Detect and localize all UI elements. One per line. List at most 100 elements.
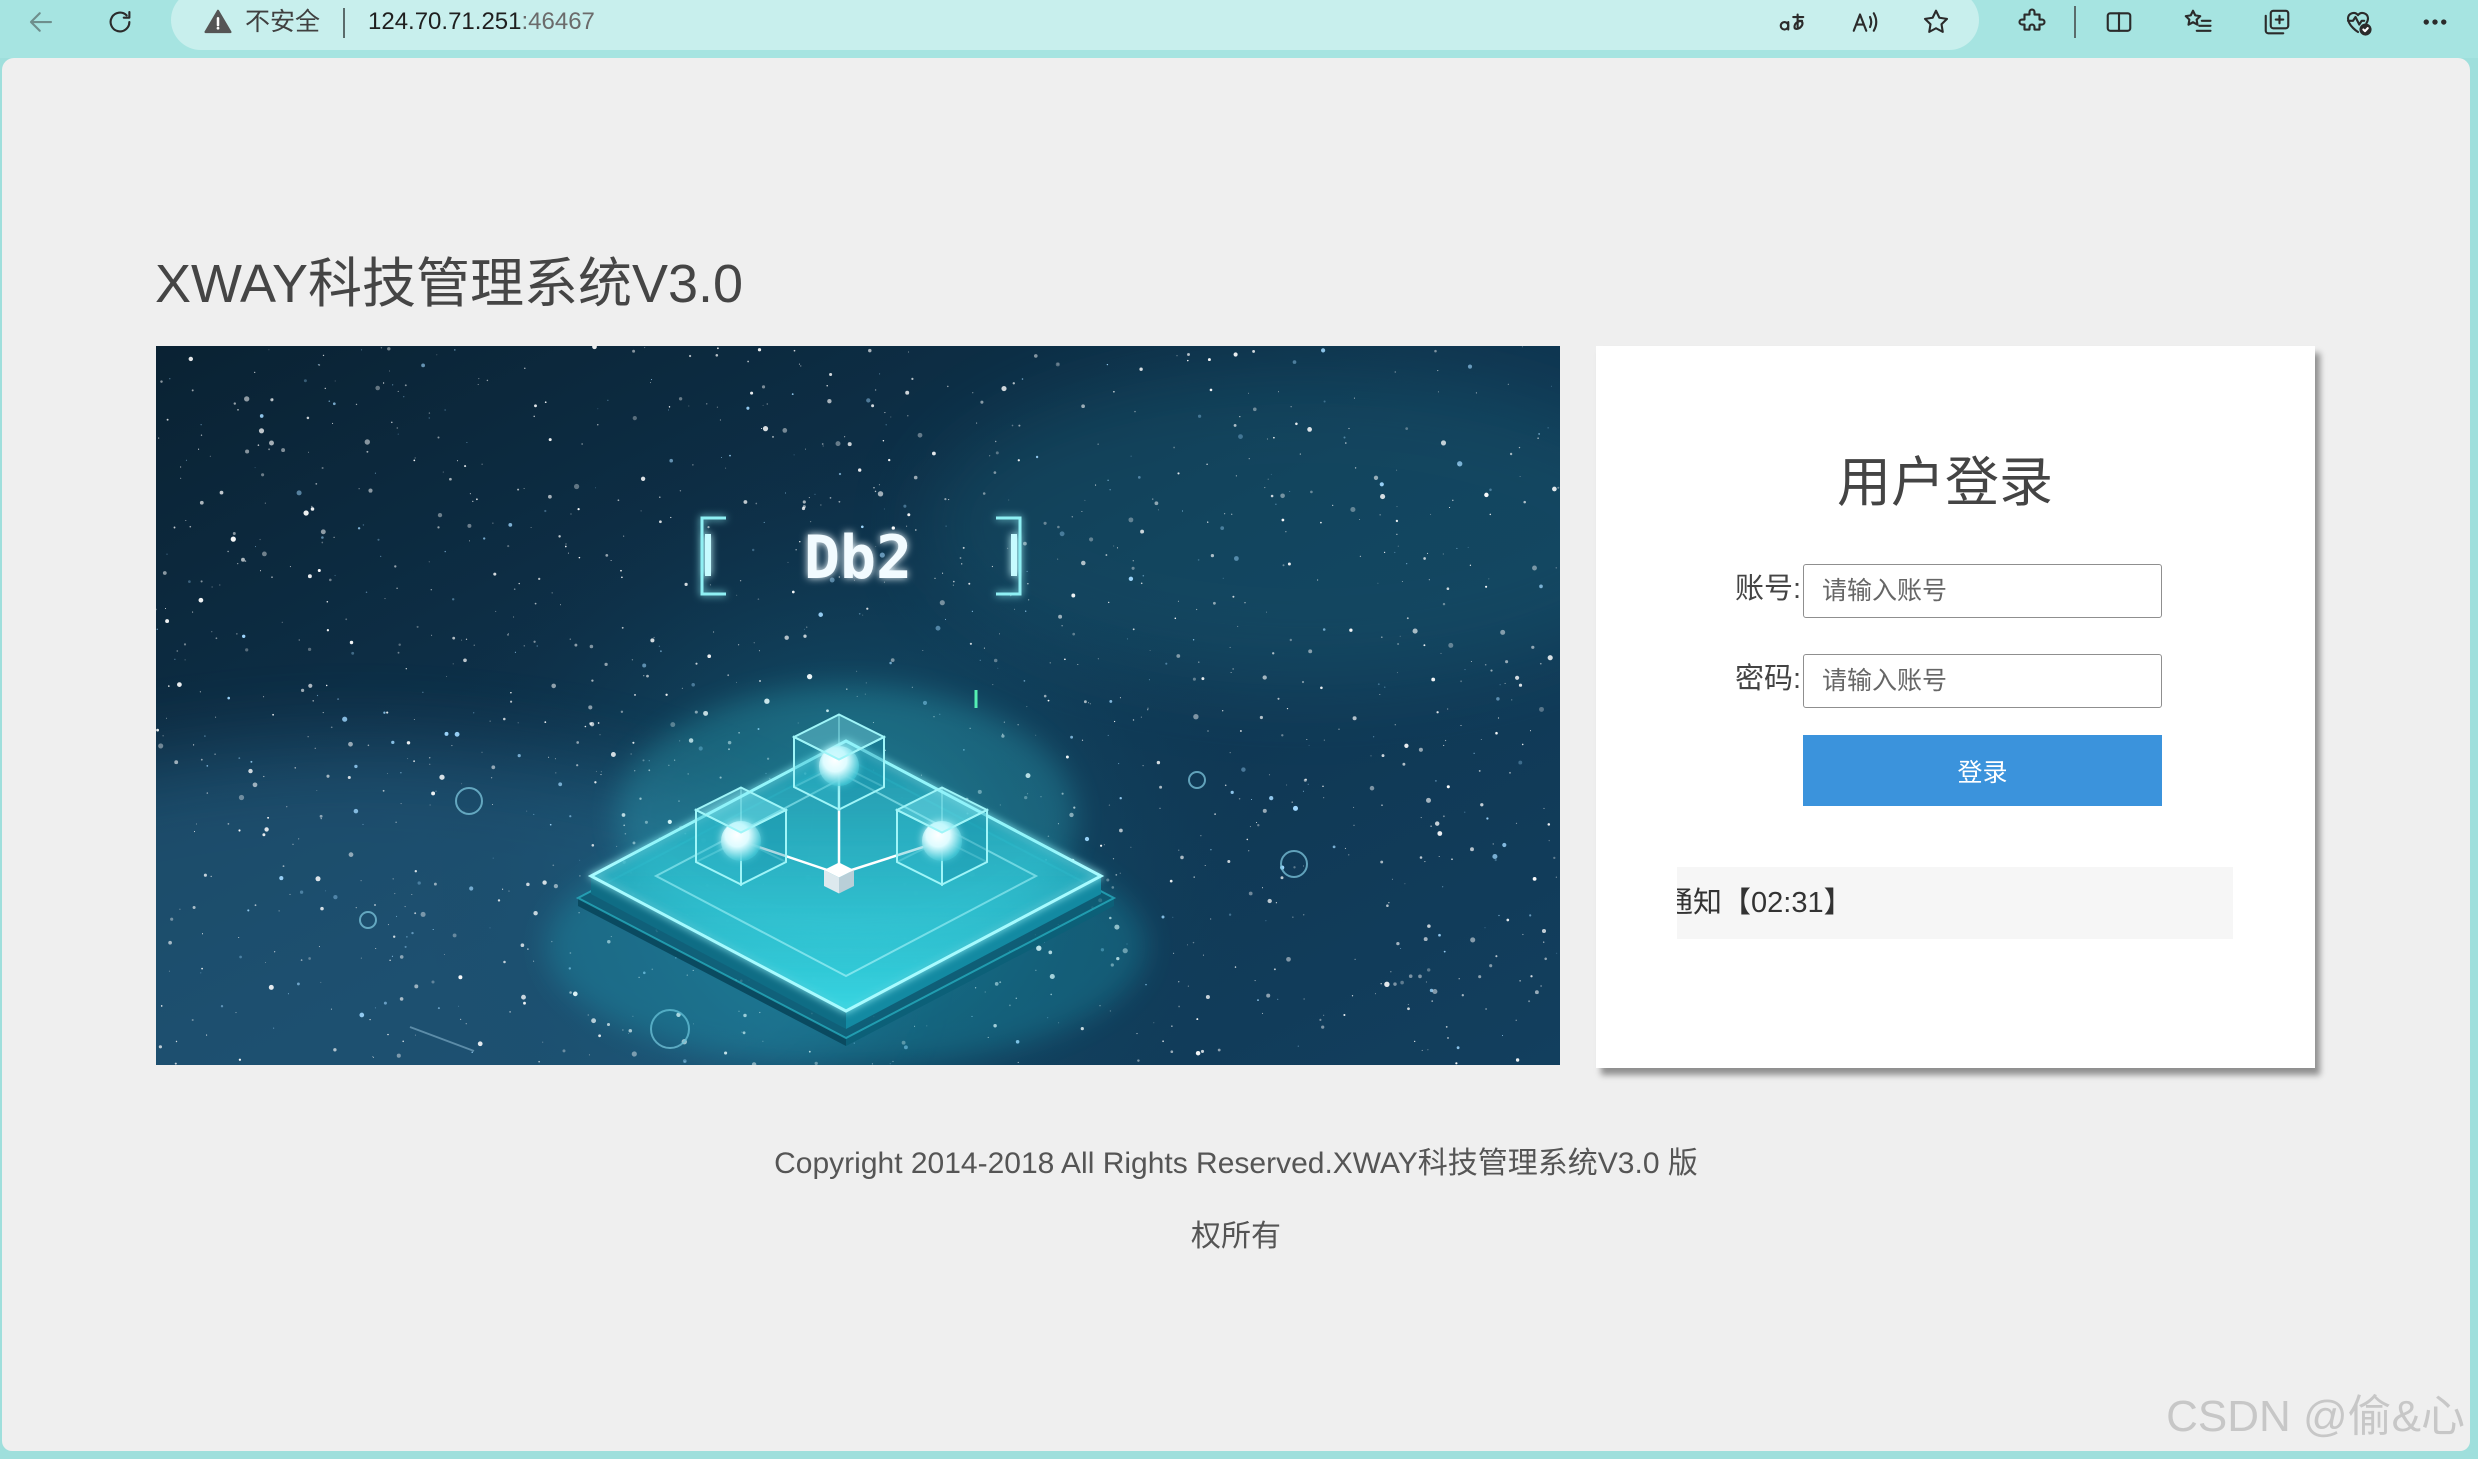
star xyxy=(1249,826,1251,828)
star xyxy=(569,638,571,640)
star xyxy=(1286,956,1291,962)
password-input[interactable] xyxy=(1803,654,2162,708)
star xyxy=(1458,978,1460,980)
star xyxy=(574,643,578,647)
star xyxy=(1515,1019,1517,1021)
star xyxy=(242,634,246,638)
star xyxy=(1132,628,1135,631)
star xyxy=(995,440,997,443)
page-viewport: XWAY科技管理系统V3.0 Db2 用户登录 账号: 请输入账号 密码: 请输… xyxy=(2,58,2470,1451)
star xyxy=(587,1014,589,1016)
star xyxy=(772,435,774,438)
star xyxy=(1089,703,1091,705)
star xyxy=(298,838,300,840)
star xyxy=(397,390,399,392)
star xyxy=(589,644,594,649)
account-label: 账号: xyxy=(1734,573,1801,605)
star xyxy=(173,526,176,529)
star xyxy=(1380,494,1386,500)
star xyxy=(1107,479,1109,481)
star xyxy=(259,538,261,541)
star xyxy=(245,449,250,454)
star xyxy=(332,402,336,406)
star xyxy=(1111,886,1115,889)
star xyxy=(383,711,386,714)
star xyxy=(1460,680,1462,683)
star xyxy=(326,774,330,778)
collections-icon[interactable] xyxy=(2260,5,2294,39)
favorite-star-icon[interactable] xyxy=(1919,5,1953,39)
star xyxy=(1275,503,1277,505)
star xyxy=(429,763,431,765)
star xyxy=(437,512,443,518)
star xyxy=(945,618,946,620)
account-input[interactable] xyxy=(1803,564,2162,618)
extensions-icon[interactable] xyxy=(2015,5,2049,39)
star xyxy=(784,635,789,640)
url-text[interactable]: 124.70.71.251:46467 xyxy=(368,5,595,39)
page-title: XWAY科技管理系统V3.0 xyxy=(155,254,744,314)
back-arrow-icon[interactable] xyxy=(24,5,58,39)
star xyxy=(1293,866,1296,869)
star xyxy=(591,844,595,847)
login-button[interactable]: 登录 xyxy=(1803,735,2162,806)
star xyxy=(644,347,646,349)
star xyxy=(436,354,438,356)
password-label: 密码: xyxy=(1734,663,1801,695)
browser-essentials-icon[interactable] xyxy=(2341,5,2375,39)
star xyxy=(1128,517,1134,523)
star xyxy=(621,576,623,579)
star xyxy=(1553,856,1556,860)
star xyxy=(991,565,993,568)
translate-icon[interactable] xyxy=(1775,5,1809,39)
star xyxy=(1492,853,1498,860)
star xyxy=(1499,684,1501,686)
star xyxy=(1397,545,1399,547)
star xyxy=(534,602,537,605)
star xyxy=(315,483,318,485)
url-port: :46467 xyxy=(521,8,595,35)
star xyxy=(558,782,563,787)
star xyxy=(758,650,760,652)
security-label[interactable]: 不安全 xyxy=(245,5,320,39)
star xyxy=(374,1007,376,1009)
split-screen-icon[interactable] xyxy=(2102,5,2136,39)
star xyxy=(199,500,204,505)
star xyxy=(713,631,715,633)
star xyxy=(1181,510,1184,512)
star xyxy=(653,636,655,639)
star xyxy=(1448,642,1454,648)
star xyxy=(798,363,800,365)
read-aloud-icon[interactable] xyxy=(1848,5,1882,39)
star xyxy=(1195,608,1198,611)
star xyxy=(307,574,312,579)
star xyxy=(196,823,197,825)
star xyxy=(1555,567,1557,569)
more-icon[interactable] xyxy=(2418,5,2452,39)
star xyxy=(1473,752,1475,754)
star xyxy=(168,970,170,972)
warning-icon[interactable] xyxy=(201,5,235,39)
star xyxy=(478,378,480,380)
star xyxy=(1109,1010,1112,1012)
star xyxy=(1354,467,1357,469)
star xyxy=(1047,699,1050,702)
star xyxy=(386,772,389,775)
reload-icon[interactable] xyxy=(103,5,137,39)
star xyxy=(1083,700,1087,704)
star xyxy=(1177,600,1179,602)
favorites-icon[interactable] xyxy=(2181,5,2215,39)
star xyxy=(392,878,394,880)
star xyxy=(1461,994,1464,997)
star xyxy=(1059,531,1065,537)
star xyxy=(373,903,377,907)
star xyxy=(1484,927,1486,929)
star xyxy=(456,460,459,462)
star xyxy=(542,880,547,885)
star xyxy=(254,371,256,374)
star xyxy=(1180,855,1184,860)
star xyxy=(597,408,599,410)
star xyxy=(507,545,510,548)
star xyxy=(215,637,218,640)
star xyxy=(1489,488,1492,492)
